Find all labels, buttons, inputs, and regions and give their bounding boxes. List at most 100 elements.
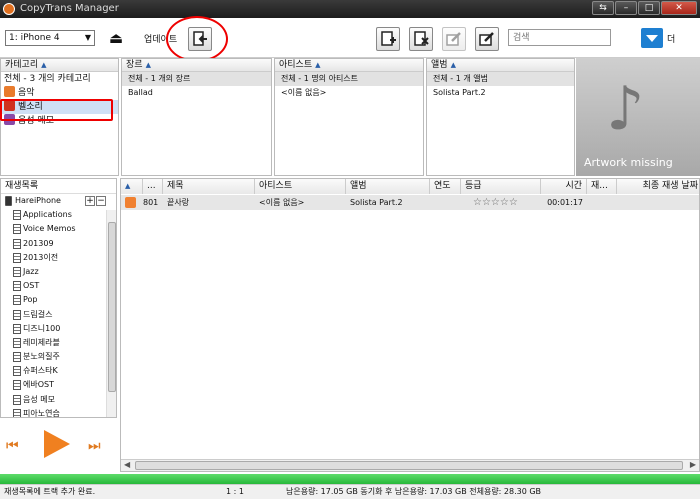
edit-tag-button[interactable] <box>475 27 499 51</box>
playlist-pane: 재생목록 + − HareiPhone Applications Voice Me… <box>0 178 117 418</box>
playlist-item[interactable]: Pop <box>1 293 116 307</box>
track-artist: <이름 없음> <box>259 198 305 207</box>
playlist-item[interactable]: 음성 메모 <box>1 393 116 407</box>
playlist-item[interactable]: 디즈니100 <box>1 322 116 336</box>
sort-up-icon: ▲ <box>41 61 47 69</box>
column-sort-icon[interactable]: ▲ <box>121 179 143 194</box>
playlist-icon <box>13 295 21 306</box>
playlist-item[interactable]: 슈퍼스타K <box>1 364 116 378</box>
playlist-header: 재생목록 <box>1 179 116 194</box>
album-item-all[interactable]: 전체 - 1 개 앨범 <box>427 72 574 86</box>
playlist-list: Applications Voice Memos 201309 2013이전 Jazz O… <box>1 208 116 417</box>
minimize-button[interactable]: – <box>615 1 637 15</box>
sort-up-icon: ▲ <box>145 61 151 69</box>
playlist-icon <box>13 323 21 334</box>
column-last-played[interactable]: 최종 재생 날짜 <box>617 179 699 194</box>
previous-icon[interactable]: ⏮ <box>6 438 19 454</box>
artist-item[interactable]: <이름 없음> <box>275 86 423 100</box>
playlist-scrollbar[interactable] <box>106 210 116 417</box>
swap-window-button[interactable]: ⇆ <box>592 1 614 15</box>
music-icon <box>4 86 15 97</box>
next-icon[interactable]: ⏭ <box>88 438 101 454</box>
playlist-item[interactable]: OST <box>1 279 116 293</box>
add-track-icon <box>381 31 396 46</box>
genre-item-all[interactable]: 전체 - 1 개의 장르 <box>122 72 271 86</box>
playlist-icon <box>13 252 21 263</box>
column-number[interactable]: ... <box>143 179 163 194</box>
column-artist[interactable]: 아티스트 <box>255 179 346 194</box>
window-title: CopyTrans Manager <box>20 3 119 14</box>
artist-header[interactable]: 아티스트 ▲ <box>275 59 423 72</box>
app-icon <box>3 3 15 15</box>
search-input[interactable] <box>508 29 611 46</box>
playlist-item[interactable]: 드림걸스 <box>1 308 116 322</box>
playlist-item[interactable]: Applications <box>1 208 116 222</box>
play-icon[interactable] <box>44 430 70 458</box>
chevron-down-icon: ▼ <box>84 33 91 42</box>
playlist-icon <box>13 309 21 320</box>
annotation-rectangle <box>0 99 113 121</box>
playlist-icon <box>13 281 21 292</box>
iphone-icon <box>5 196 12 206</box>
more-menu-button[interactable] <box>641 28 663 48</box>
device-select[interactable]: 1: iPhone 4 ▼ <box>5 30 95 46</box>
table-header: ▲ ... 제목 아티스트 앨범 연도 등급 시간 재... 최종 재생 날짜 <box>121 179 699 194</box>
eject-icon[interactable]: ⏏ <box>106 28 126 48</box>
status-storage: 남은용량: 17.05 GB 동기화 후 남은용량: 17.03 GB 전체용량… <box>286 487 542 496</box>
category-header[interactable]: 카테고리 ▲ <box>1 59 118 72</box>
playlist-item[interactable]: 201309 <box>1 237 116 251</box>
genre-pane: 장르 ▲ 전체 - 1 개의 장르 Ballad <box>121 58 272 176</box>
ringtone-icon <box>125 197 136 208</box>
category-item-all[interactable]: 전체 - 3 개의 카테고리 <box>1 72 118 86</box>
more-menu-label: 더 <box>667 35 676 45</box>
scrollbar-thumb[interactable] <box>135 461 683 470</box>
status-ratio: 1 : 1 <box>226 487 244 496</box>
annotation-circle <box>166 16 228 62</box>
column-year[interactable]: 연도 <box>430 179 461 194</box>
music-note-icon: ♪ <box>606 74 645 144</box>
delete-track-icon <box>414 31 429 46</box>
delete-track-button[interactable] <box>409 27 433 51</box>
artist-item-all[interactable]: 전체 - 1 명의 아티스트 <box>275 72 423 86</box>
track-time: 00:01:17 <box>547 198 583 207</box>
artwork-panel[interactable]: ♪ Artwork missing <box>576 58 700 176</box>
scrollbar-thumb[interactable] <box>108 222 116 392</box>
playlist-root-device[interactable]: HareiPhone <box>1 194 116 208</box>
genre-header[interactable]: 장르 ▲ <box>122 59 271 72</box>
playlist-icon <box>13 352 21 363</box>
playlist-icon <box>13 408 21 417</box>
player-controls: ⏮ ⏭ <box>0 420 117 472</box>
album-item[interactable]: Solista Part.2 <box>427 86 574 100</box>
playlist-item[interactable]: 피아노연습 <box>1 407 116 417</box>
playlist-item[interactable]: Voice Memos <box>1 222 116 236</box>
playlist-item[interactable]: 분노의질주 <box>1 350 116 364</box>
close-button[interactable]: ✕ <box>661 1 697 15</box>
playlist-item[interactable]: 2013이전 <box>1 251 116 265</box>
playlist-item[interactable]: Jazz <box>1 265 116 279</box>
column-time[interactable]: 시간 <box>541 179 587 194</box>
scroll-left-icon[interactable]: ◀ <box>124 460 130 469</box>
status-message: 재생목록에 트랙 추가 완료. <box>4 487 96 496</box>
table-row[interactable]: 801 끝사랑 <이름 없음> Solista Part.2 ☆☆☆☆☆ 00:… <box>121 195 699 210</box>
column-title[interactable]: 제목 <box>163 179 255 194</box>
scroll-right-icon[interactable]: ▶ <box>690 460 696 469</box>
playlist-item[interactable]: 에바OST <box>1 378 116 392</box>
title-bar: CopyTrans Manager ⇆ – □ ✕ <box>0 0 700 18</box>
edit-button[interactable] <box>442 27 466 51</box>
progress-bar <box>0 474 700 484</box>
genre-item[interactable]: Ballad <box>122 86 271 100</box>
category-item-music[interactable]: 음악 <box>1 86 118 100</box>
column-album[interactable]: 앨범 <box>346 179 430 194</box>
playlist-item[interactable]: 레미제라블 <box>1 336 116 350</box>
sort-up-icon: ▲ <box>315 61 321 69</box>
column-play-count[interactable]: 재... <box>587 179 617 194</box>
track-album: Solista Part.2 <box>350 198 403 207</box>
column-rating[interactable]: 등급 <box>461 179 541 194</box>
maximize-button[interactable]: □ <box>638 1 660 15</box>
add-track-button[interactable] <box>376 27 400 51</box>
device-select-value: 1: iPhone 4 <box>9 33 60 43</box>
track-rating[interactable]: ☆☆☆☆☆ <box>469 195 541 210</box>
track-number: 801 <box>143 198 159 207</box>
album-header[interactable]: 앨범 ▲ <box>427 59 574 72</box>
table-horizontal-scrollbar[interactable]: ◀ ▶ <box>121 459 699 471</box>
